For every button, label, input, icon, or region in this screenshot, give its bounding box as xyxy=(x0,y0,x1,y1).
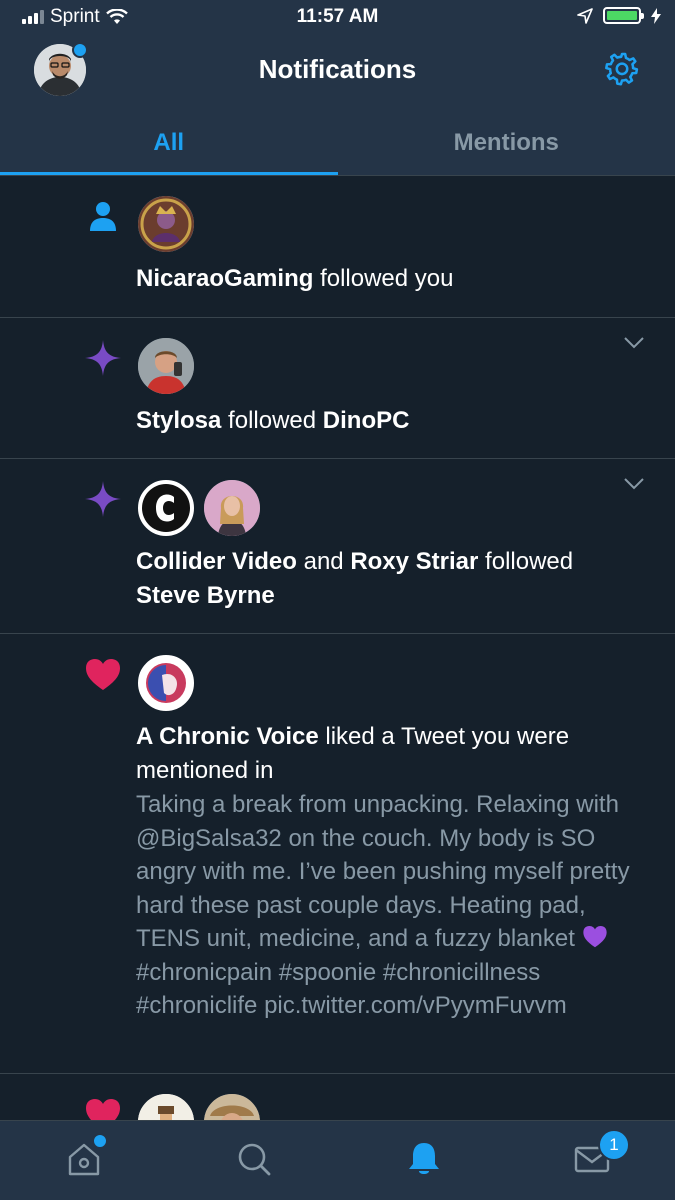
notification-item[interactable] xyxy=(0,1074,675,1120)
status-right xyxy=(577,7,661,24)
battery-icon xyxy=(603,7,644,24)
bell-icon[interactable] xyxy=(404,1139,444,1179)
action-text: followed xyxy=(228,407,317,434)
notification-item[interactable]: Stylosa followed DinoPC xyxy=(0,318,675,459)
tab-all[interactable]: All xyxy=(0,110,338,176)
search-icon[interactable] xyxy=(234,1139,274,1179)
page-title: Notifications xyxy=(258,54,417,84)
sparkle-icon xyxy=(85,481,121,517)
actor-name[interactable]: Collider Video xyxy=(136,548,297,575)
tweet-text[interactable]: Taking a break from unpacking. Relaxing … xyxy=(136,788,645,1023)
actor-avatars xyxy=(136,194,196,254)
status-bar: Sprint 11:57 AM xyxy=(0,0,675,36)
heart-icon xyxy=(86,1099,120,1120)
location-arrow-icon xyxy=(577,7,593,24)
avatar[interactable] xyxy=(202,478,262,538)
header: Notifications All Mentions xyxy=(0,36,675,176)
notification-item[interactable]: A Chronic Voice liked a Tweet you were m… xyxy=(0,634,675,1074)
avatar[interactable] xyxy=(136,653,196,713)
notification-text: Stylosa followed DinoPC xyxy=(136,404,639,438)
notification-item[interactable]: NicaraoGaming followed you xyxy=(0,176,675,318)
notification-text: A Chronic Voice liked a Tweet you were m… xyxy=(136,720,639,788)
tweet-text-part1: Taking a break from unpacking. Relaxing … xyxy=(136,791,630,952)
bottom-tab-bar: 1 xyxy=(0,1120,675,1200)
actor-avatars xyxy=(136,653,196,713)
notifications-feed[interactable]: NicaraoGaming followed you Stylosa follo… xyxy=(0,176,675,1120)
avatar[interactable] xyxy=(136,336,196,396)
actor-name[interactable]: NicaraoGaming xyxy=(136,265,313,292)
chevron-down-icon[interactable] xyxy=(623,477,645,491)
status-time: 11:57 AM xyxy=(296,6,379,27)
avatar[interactable] xyxy=(136,478,196,538)
notification-text: NicaraoGaming followed you xyxy=(136,262,639,296)
purple-heart-emoji xyxy=(582,926,607,948)
target-name[interactable]: Steve Byrne xyxy=(136,582,275,609)
actor-avatars xyxy=(136,478,262,538)
action-text: followed xyxy=(485,548,574,575)
notification-text: Collider Video and Roxy Striar followed … xyxy=(136,545,639,613)
sparkle-icon xyxy=(85,340,121,376)
gear-icon[interactable] xyxy=(603,50,641,88)
joiner-text: and xyxy=(303,548,344,575)
notification-tabs: All Mentions xyxy=(0,110,675,176)
tweet-text-part2: #chronicpain #spoonie #chronicillness #c… xyxy=(136,958,567,1020)
actor-name[interactable]: Stylosa xyxy=(136,407,221,434)
action-text: followed you xyxy=(320,265,454,292)
avatar[interactable] xyxy=(202,1092,262,1120)
person-icon xyxy=(90,202,116,231)
notification-item[interactable]: Collider Video and Roxy Striar followed … xyxy=(0,459,675,634)
actor-name-2[interactable]: Roxy Striar xyxy=(350,548,478,575)
chevron-down-icon[interactable] xyxy=(623,336,645,350)
actor-avatars xyxy=(136,336,196,396)
messages-badge: 1 xyxy=(598,1129,630,1161)
avatar[interactable] xyxy=(136,194,196,254)
tab-mentions[interactable]: Mentions xyxy=(338,110,675,176)
avatar[interactable] xyxy=(136,1092,196,1120)
home-notification-dot xyxy=(92,1133,108,1149)
actor-name[interactable]: A Chronic Voice xyxy=(136,723,319,750)
target-name[interactable]: DinoPC xyxy=(323,407,410,434)
charging-bolt-icon xyxy=(651,7,661,24)
heart-icon xyxy=(86,659,120,690)
actor-avatars xyxy=(136,1092,262,1120)
